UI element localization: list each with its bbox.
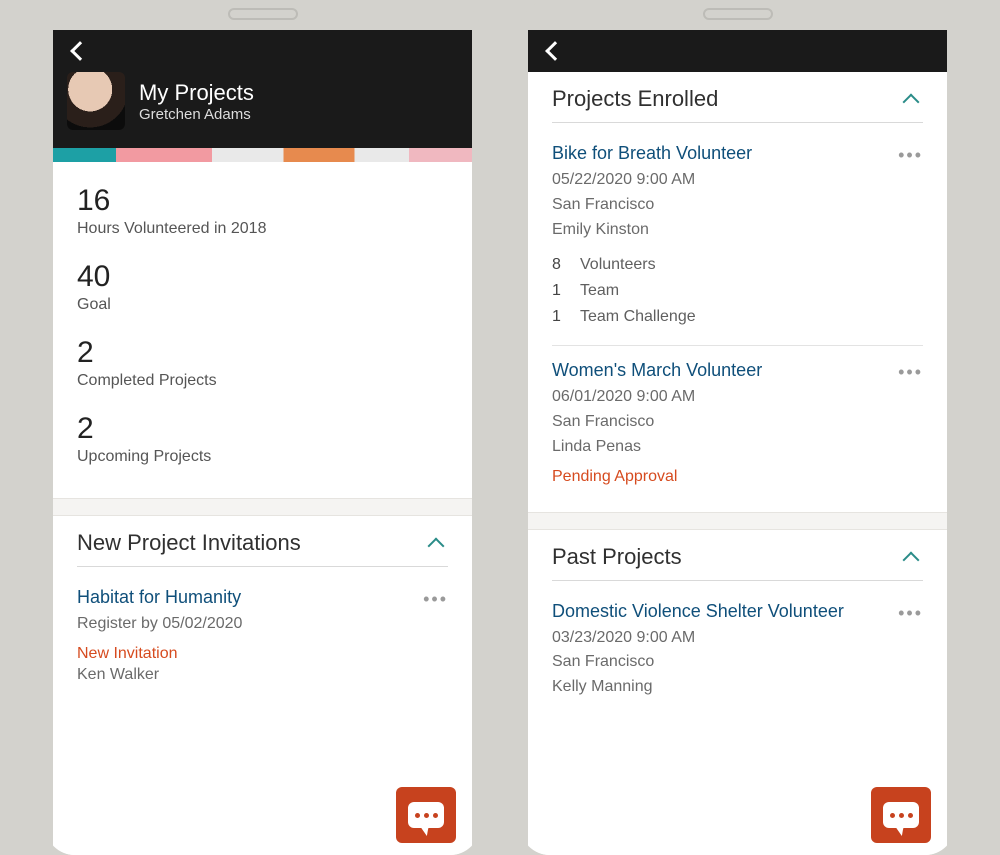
back-icon[interactable] (545, 41, 565, 61)
stat-goal: 40 Goal (77, 260, 448, 314)
invitation-register-by: Register by 05/02/2020 (77, 612, 448, 637)
phone-left: My Projects Gretchen Adams 16 Hours Volu… (45, 0, 480, 855)
chevron-up-icon[interactable] (903, 94, 920, 111)
stat-label: Goal (77, 296, 448, 314)
chat-button[interactable] (396, 787, 456, 843)
count-row: 1 Team Challenge (552, 304, 923, 330)
project-title: Bike for Breath Volunteer (552, 143, 923, 164)
section-title: Past Projects (552, 544, 682, 570)
section-header-past[interactable]: Past Projects (552, 544, 923, 581)
more-icon[interactable]: ••• (898, 145, 923, 166)
stat-label: Upcoming Projects (77, 448, 448, 466)
chat-icon (883, 802, 919, 828)
count-number: 1 (552, 278, 570, 304)
past-item[interactable]: ••• Domestic Violence Shelter Volunteer … (552, 587, 923, 716)
stat-label: Completed Projects (77, 372, 448, 390)
stats-block: 16 Hours Volunteered in 2018 40 Goal 2 C… (53, 162, 472, 498)
count-row: 1 Team (552, 278, 923, 304)
profile-header: My Projects Gretchen Adams (53, 72, 472, 148)
project-person: Kelly Manning (552, 675, 923, 700)
avatar[interactable] (67, 72, 125, 130)
more-icon[interactable]: ••• (898, 603, 923, 624)
project-counts: 8 Volunteers 1 Team 1 Team Challenge (552, 252, 923, 329)
invitation-title: Habitat for Humanity (77, 587, 448, 608)
phone-notch (228, 8, 298, 20)
stat-upcoming: 2 Upcoming Projects (77, 412, 448, 466)
section-invitations: New Project Invitations ••• Habitat for … (53, 516, 472, 714)
section-enrolled: Projects Enrolled ••• Bike for Breath Vo… (528, 72, 947, 512)
chat-icon (408, 802, 444, 828)
invitation-status: New Invitation (77, 645, 448, 663)
stat-label: Hours Volunteered in 2018 (77, 220, 448, 238)
chevron-up-icon[interactable] (903, 551, 920, 568)
section-divider (528, 512, 947, 530)
more-icon[interactable]: ••• (423, 589, 448, 610)
invitation-item[interactable]: ••• Habitat for Humanity Register by 05/… (77, 573, 448, 704)
section-past: Past Projects ••• Domestic Violence Shel… (528, 530, 947, 726)
decorative-strip (53, 148, 472, 162)
stat-hours: 16 Hours Volunteered in 2018 (77, 184, 448, 238)
stat-value: 2 (77, 412, 448, 446)
topbar (53, 30, 472, 72)
project-person: Emily Kinston (552, 218, 923, 243)
more-icon[interactable]: ••• (898, 362, 923, 383)
project-location: San Francisco (552, 650, 923, 675)
section-header-enrolled[interactable]: Projects Enrolled (552, 86, 923, 123)
count-number: 1 (552, 304, 570, 330)
project-title: Domestic Violence Shelter Volunteer (552, 601, 923, 622)
back-icon[interactable] (70, 41, 90, 61)
project-title: Women's March Volunteer (552, 360, 923, 381)
section-title: Projects Enrolled (552, 86, 718, 112)
project-datetime: 03/23/2020 9:00 AM (552, 626, 923, 651)
invitation-person: Ken Walker (77, 663, 448, 688)
enrolled-item[interactable]: ••• Bike for Breath Volunteer 05/22/2020… (552, 129, 923, 346)
stat-value: 40 (77, 260, 448, 294)
stat-value: 2 (77, 336, 448, 370)
chevron-up-icon[interactable] (428, 538, 445, 555)
screen-left: My Projects Gretchen Adams 16 Hours Volu… (53, 30, 472, 855)
section-header-invitations[interactable]: New Project Invitations (77, 530, 448, 567)
project-location: San Francisco (552, 193, 923, 218)
count-label: Volunteers (580, 252, 656, 278)
page-title: My Projects (139, 80, 254, 106)
chat-button[interactable] (871, 787, 931, 843)
enrolled-item[interactable]: ••• Women's March Volunteer 06/01/2020 9… (552, 346, 923, 501)
phone-right: Projects Enrolled ••• Bike for Breath Vo… (520, 0, 955, 855)
count-label: Team Challenge (580, 304, 696, 330)
project-datetime: 05/22/2020 9:00 AM (552, 168, 923, 193)
count-label: Team (580, 278, 619, 304)
screen-right: Projects Enrolled ••• Bike for Breath Vo… (528, 30, 947, 855)
count-row: 8 Volunteers (552, 252, 923, 278)
project-datetime: 06/01/2020 9:00 AM (552, 385, 923, 410)
stat-value: 16 (77, 184, 448, 218)
section-divider (53, 498, 472, 516)
count-number: 8 (552, 252, 570, 278)
project-location: San Francisco (552, 410, 923, 435)
project-status: Pending Approval (552, 468, 923, 486)
phone-notch (703, 8, 773, 20)
topbar (528, 30, 947, 72)
project-person: Linda Penas (552, 435, 923, 460)
section-title: New Project Invitations (77, 530, 301, 556)
user-name: Gretchen Adams (139, 106, 254, 123)
stat-completed: 2 Completed Projects (77, 336, 448, 390)
